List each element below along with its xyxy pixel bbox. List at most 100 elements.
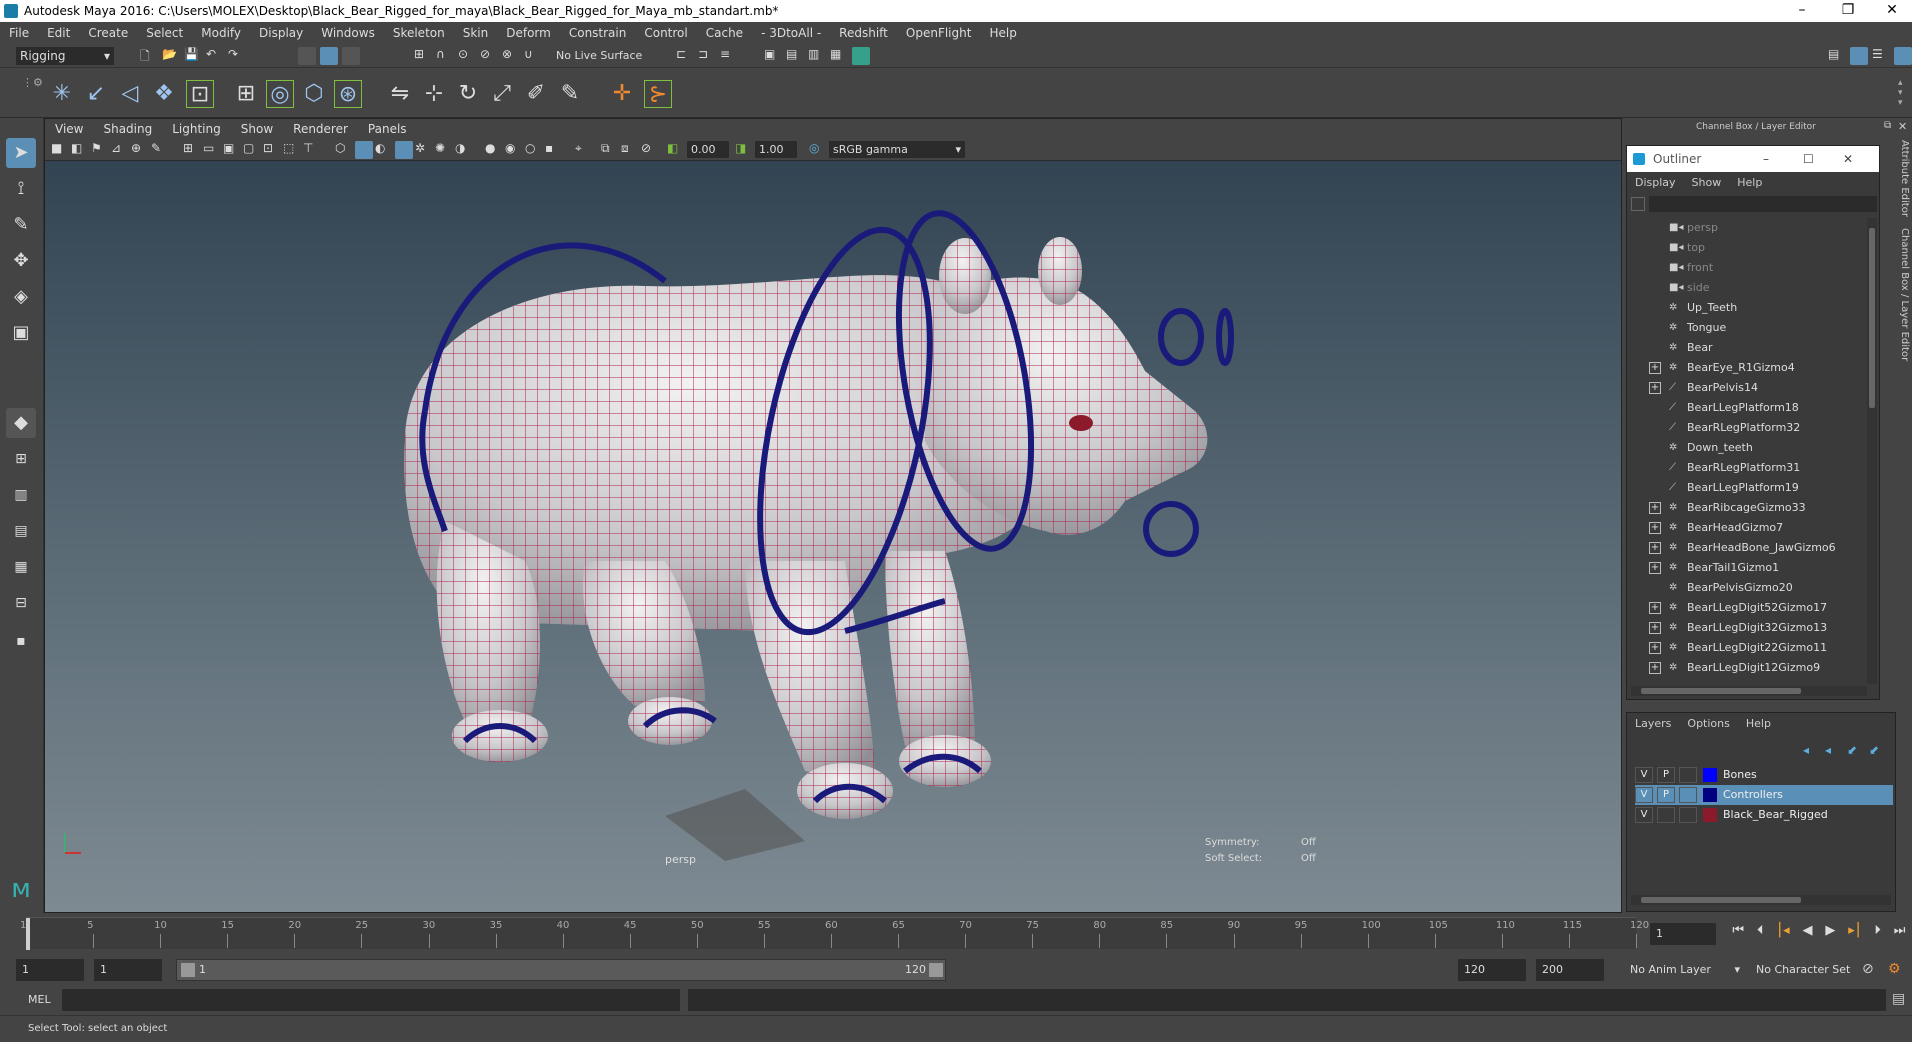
viewport-menu-show[interactable]: Show: [231, 122, 283, 136]
wireframe-icon[interactable]: ⬡: [335, 141, 353, 159]
outliner-menu-help[interactable]: Help: [1729, 176, 1770, 189]
minimize-button[interactable]: –: [1780, 0, 1824, 22]
current-time-marker[interactable]: [26, 918, 30, 950]
grease-pencil-icon[interactable]: ✎: [151, 141, 169, 159]
viewport-menu-lighting[interactable]: Lighting: [162, 122, 231, 136]
scale-tool-icon[interactable]: ▣: [6, 318, 36, 348]
outliner-item[interactable]: + ⟋ BearPelvis14: [1627, 378, 1867, 398]
menu-modify[interactable]: Modify: [192, 26, 250, 40]
film-gate-icon[interactable]: ▭: [203, 141, 221, 159]
use-all-lights-icon[interactable]: ✺: [435, 141, 453, 159]
outliner-item[interactable]: ✲ Bear: [1627, 338, 1867, 358]
wrap-deformer-icon[interactable]: ⬡: [300, 80, 328, 108]
isolate-select-icon[interactable]: ⌖: [575, 141, 593, 159]
blendshape-icon[interactable]: ⊛: [334, 80, 362, 108]
menu-edit[interactable]: Edit: [38, 26, 79, 40]
parent-constraint-icon[interactable]: ⇋: [386, 80, 414, 108]
rig-helper-icon[interactable]: ⊱: [644, 80, 672, 108]
layout-quick-icon[interactable]: ▤: [1828, 47, 1846, 65]
viewport-menu-panels[interactable]: Panels: [358, 122, 417, 136]
outliner-item[interactable]: + ✲ BearHeadBone_JawGizmo6: [1627, 538, 1867, 558]
layer-menu-help[interactable]: Help: [1738, 717, 1779, 735]
ipr-render-icon[interactable]: ▥: [808, 47, 826, 65]
scale-constraint-icon[interactable]: ⤢: [488, 80, 516, 108]
pole-vector-icon[interactable]: ✎: [556, 80, 584, 108]
custom-layout-icon[interactable]: ▪: [6, 626, 36, 656]
outliner-horizontal-scrollbar[interactable]: [1631, 686, 1867, 696]
outliner-item[interactable]: ✲ Up_Teeth: [1627, 298, 1867, 318]
rotate-tool-icon[interactable]: ◈: [6, 282, 36, 312]
viewport-menu-renderer[interactable]: Renderer: [283, 122, 358, 136]
layer-playback-toggle[interactable]: P: [1657, 787, 1675, 803]
save-scene-icon[interactable]: 💾: [184, 47, 202, 65]
menu-windows[interactable]: Windows: [312, 26, 384, 40]
select-object-icon[interactable]: [320, 47, 338, 65]
current-frame-field[interactable]: 1: [1650, 923, 1716, 945]
minimize-icon[interactable]: –: [1763, 146, 1769, 172]
hypershade-icon[interactable]: [852, 47, 870, 65]
hypershade-layout-icon[interactable]: ▦: [6, 552, 36, 582]
joint-tool-icon[interactable]: ✳: [48, 80, 76, 108]
snap-curve-icon[interactable]: ∩: [436, 47, 454, 65]
layer-visibility-toggle[interactable]: V: [1635, 787, 1653, 803]
outliner-item[interactable]: + ✲ BearEye_R1Gizmo4: [1627, 358, 1867, 378]
layer-row[interactable]: V P Controllers: [1635, 785, 1893, 805]
layer-display-type[interactable]: [1679, 807, 1697, 823]
snap-surface-icon[interactable]: ⊗: [502, 47, 520, 65]
expand-icon[interactable]: +: [1649, 522, 1661, 534]
menu-control[interactable]: Control: [635, 26, 696, 40]
outliner-search-input[interactable]: [1649, 196, 1877, 212]
construction-history-icon[interactable]: ≡: [720, 47, 738, 65]
animation-preferences-icon[interactable]: ⚙: [1888, 961, 1901, 977]
paint-select-icon[interactable]: ✎: [6, 210, 36, 240]
outliner-item[interactable]: ⟋ BearLLegPlatform18: [1627, 398, 1867, 418]
bookmark-icon[interactable]: ⚑: [91, 141, 109, 159]
menu-openflight[interactable]: OpenFlight: [897, 26, 981, 40]
orient-constraint-icon[interactable]: ↻: [454, 80, 482, 108]
skeleton-icon[interactable]: ⊡: [186, 80, 214, 108]
select-component-icon[interactable]: [342, 47, 360, 65]
gamma-field[interactable]: 1.00: [755, 141, 797, 158]
persp-graph-layout-icon[interactable]: ▤: [6, 516, 36, 546]
expand-icon[interactable]: +: [1649, 642, 1661, 654]
move-layer-down-icon[interactable]: ◂: [1825, 743, 1831, 757]
layer-visibility-toggle[interactable]: V: [1635, 767, 1653, 783]
safe-title-icon[interactable]: ⊤: [303, 141, 321, 159]
open-scene-icon[interactable]: 📂: [162, 47, 180, 65]
select-hierarchy-icon[interactable]: [298, 47, 316, 65]
close-icon[interactable]: ✕: [1843, 146, 1853, 172]
magnet-icon[interactable]: ∪: [524, 47, 542, 65]
outliner-item[interactable]: + ✲ BearTail1Gizmo1: [1627, 558, 1867, 578]
locator-icon[interactable]: ✛: [608, 80, 636, 108]
grid-toggle-icon[interactable]: ⊞: [183, 141, 201, 159]
depth-of-field-icon[interactable]: ▪: [545, 141, 563, 159]
persp-outliner-layout-icon[interactable]: ▥: [6, 480, 36, 510]
time-slider[interactable]: 1 5 10 15 20 25 30 35 40 45 50 55 60 65 70 75 80 85 90 95 10…: [0, 913, 1912, 953]
input-ops-icon[interactable]: ⊏: [676, 47, 694, 65]
expand-icon[interactable]: +: [1649, 542, 1661, 554]
backface-icon[interactable]: ⊘: [641, 141, 659, 159]
menu-constrain[interactable]: Constrain: [560, 26, 636, 40]
filter-icon[interactable]: [1631, 197, 1645, 211]
anim-layer-dropdown[interactable]: No Anim Layer ▾: [1616, 959, 1740, 981]
menuset-dropdown[interactable]: Rigging ▾: [16, 47, 114, 65]
layer-visibility-toggle[interactable]: V: [1635, 807, 1653, 823]
animation-start-field[interactable]: 1: [16, 959, 84, 981]
select-tool-icon[interactable]: ➤: [6, 138, 36, 168]
viewport-panel[interactable]: View Shading Lighting Show Renderer Pane…: [44, 118, 1622, 913]
layer-menu-options[interactable]: Options: [1679, 717, 1737, 735]
color-management-icon[interactable]: ◎: [809, 141, 827, 159]
step-back-icon[interactable]: ⏴: [1757, 923, 1764, 945]
step-back-key-icon[interactable]: ⎮◂: [1776, 923, 1789, 945]
render-view-icon[interactable]: ▣: [764, 47, 782, 65]
eye-aim-controller[interactable]: [1216, 308, 1234, 366]
expand-icon[interactable]: +: [1649, 562, 1661, 574]
outliner-item[interactable]: ■◂ side: [1627, 278, 1867, 298]
menu-display[interactable]: Display: [250, 26, 312, 40]
default-material-icon[interactable]: ◐: [375, 141, 393, 159]
gamma-icon[interactable]: ◨: [735, 141, 753, 159]
menu-help[interactable]: Help: [980, 26, 1025, 40]
outliner-item[interactable]: + ✲ BearLLegDigit52Gizmo17: [1627, 598, 1867, 618]
snap-point-icon[interactable]: ⊙: [458, 47, 476, 65]
aim-constraint-icon[interactable]: ✐: [522, 80, 550, 108]
